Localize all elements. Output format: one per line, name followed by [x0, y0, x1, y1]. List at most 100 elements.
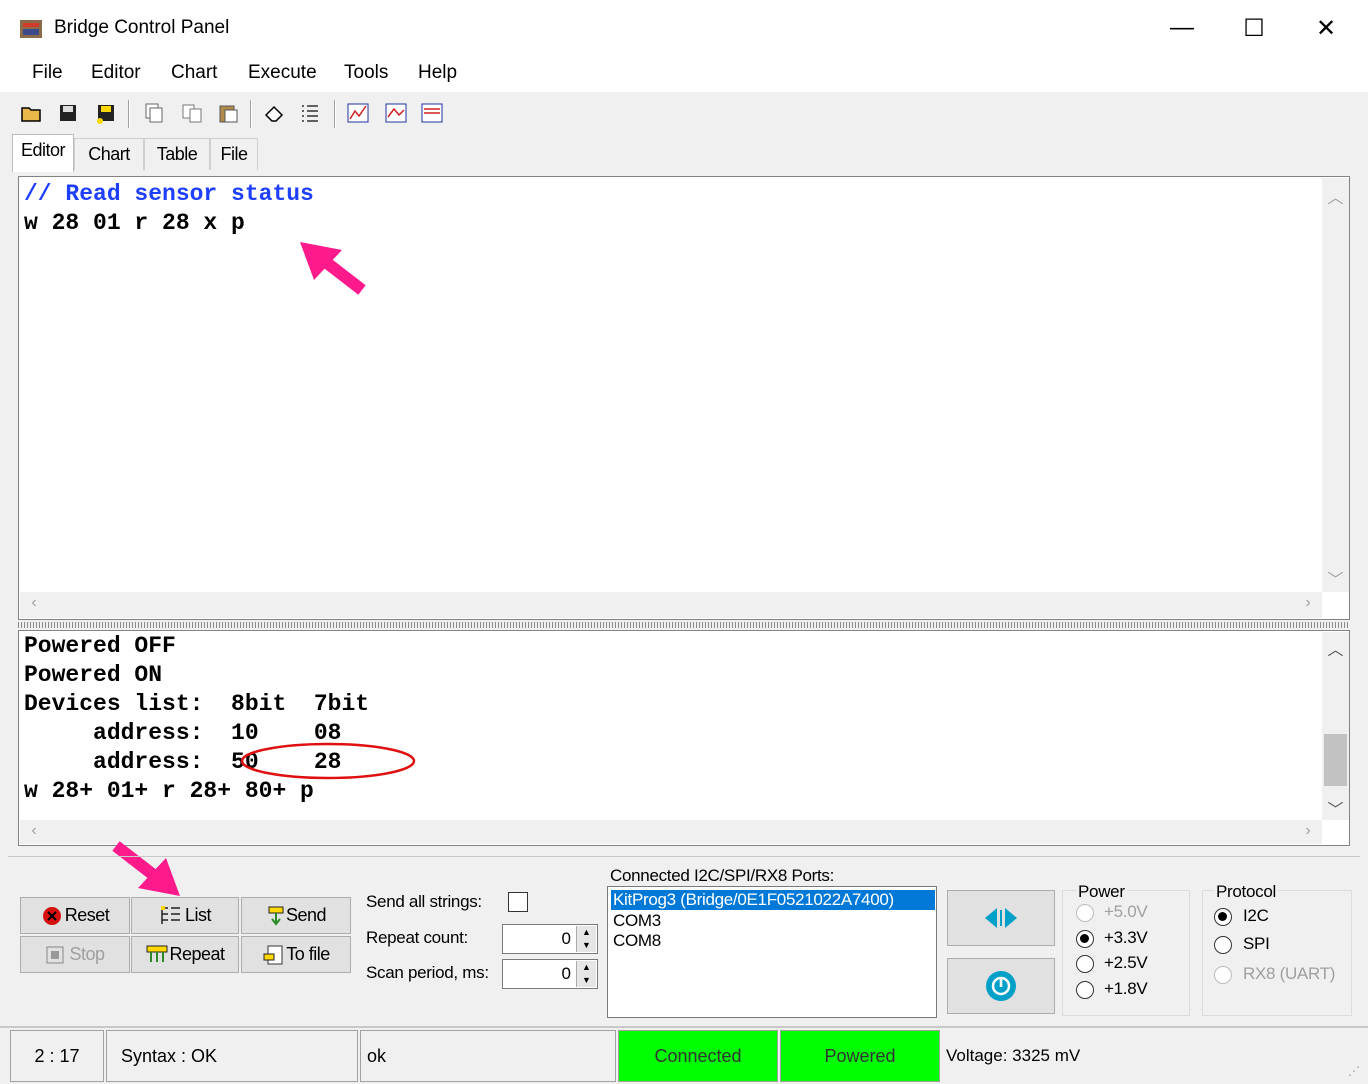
maximize-button[interactable]: ☐ [1218, 0, 1290, 56]
status-divider [0, 1026, 1368, 1028]
power-status: Powered [780, 1030, 940, 1082]
scroll-right-icon[interactable]: › [1298, 594, 1318, 612]
protocol-radio-i2c[interactable] [1214, 908, 1232, 926]
send-label: Send [285, 905, 327, 925]
output-vertical-scrollbar[interactable] [1322, 632, 1349, 820]
menu-tools[interactable]: Tools [344, 62, 388, 84]
connect-arrows-icon [985, 908, 1017, 928]
protocol-option-label: RX8 (UART) [1243, 964, 1336, 983]
save-as-icon[interactable] [94, 101, 118, 125]
scroll-right-icon[interactable]: › [1298, 822, 1318, 840]
protocol-radio-rx8[interactable] [1214, 966, 1232, 984]
protocol-group-label: Protocol [1214, 882, 1278, 902]
voltage-status: Voltage: 3325 mV [946, 1046, 1081, 1065]
output-line: address: 50 28 [24, 749, 342, 775]
menu-execute[interactable]: Execute [248, 62, 317, 84]
close-button[interactable]: ✕ [1290, 0, 1362, 56]
power-radio-5v[interactable] [1076, 904, 1094, 922]
syntax-status: Syntax : OK [106, 1030, 358, 1082]
send-button[interactable]: Send [241, 897, 351, 934]
power-group-label: Power [1076, 882, 1127, 902]
spin-arrows-icon[interactable]: ▲ ▼ [576, 961, 596, 987]
power-option-label: +5.0V [1104, 902, 1148, 921]
output-horizontal-scrollbar[interactable] [20, 820, 1322, 844]
tab-chart[interactable]: Chart [74, 138, 144, 170]
eraser-icon[interactable] [262, 101, 286, 125]
toolbar-separator [128, 100, 130, 128]
reset-label: Reset [64, 905, 110, 925]
port-item[interactable]: COM3 [613, 911, 661, 931]
chart-export-icon[interactable] [420, 101, 444, 125]
output-line: Powered OFF [24, 633, 176, 659]
repeat-icon [146, 945, 168, 962]
stop-label: Stop [69, 944, 105, 964]
scroll-up-icon[interactable]: ︿ [1322, 184, 1349, 208]
repeat-count-stepper[interactable]: 0 ▲ ▼ [502, 924, 598, 954]
duplicate-icon[interactable] [180, 101, 204, 125]
send-all-strings-checkbox[interactable] [508, 892, 528, 912]
menu-editor[interactable]: Editor [91, 62, 141, 84]
protocol-option-label: I2C [1243, 906, 1269, 925]
power-radio-2v5[interactable] [1076, 955, 1094, 973]
save-icon[interactable] [56, 101, 80, 125]
menu-help[interactable]: Help [418, 62, 457, 84]
resize-grip-icon[interactable]: ⋰ [1348, 1064, 1360, 1078]
tab-file[interactable]: File [210, 138, 258, 170]
open-folder-icon[interactable] [20, 101, 44, 125]
scroll-left-icon[interactable]: ‹ [24, 594, 44, 612]
divider [8, 856, 1360, 857]
list-icon[interactable] [298, 101, 322, 125]
power-option-label: +3.3V [1104, 928, 1148, 947]
ports-list[interactable]: KitProg3 (Bridge/0E1F0521022A7400) COM3 … [607, 886, 937, 1018]
repeat-count-label: Repeat count: [366, 928, 468, 947]
send-all-strings-label: Send all strings: [366, 892, 482, 911]
scan-period-stepper[interactable]: 0 ▲ ▼ [502, 959, 598, 989]
protocol-radio-spi[interactable] [1214, 936, 1232, 954]
menu-chart[interactable]: Chart [171, 62, 217, 84]
scroll-down-icon[interactable]: ﹀ [1322, 796, 1349, 820]
scroll-up-icon[interactable]: ︿ [1322, 636, 1349, 660]
copy-icon[interactable] [142, 101, 166, 125]
editor-vertical-scrollbar[interactable] [1322, 178, 1349, 592]
output-line: address: 10 08 [24, 720, 342, 746]
cursor-position: 2 : 17 [10, 1030, 104, 1082]
power-option-label: +2.5V [1104, 953, 1148, 972]
repeat-label: Repeat [169, 944, 225, 964]
scroll-down-icon[interactable]: ﹀ [1322, 566, 1349, 590]
repeat-button[interactable]: Repeat [131, 936, 239, 973]
chart-icon[interactable] [346, 101, 370, 125]
scan-period-label: Scan period, ms: [366, 963, 489, 982]
editor-line-command: w 28 01 r 28 x p [24, 210, 245, 236]
editor-horizontal-scrollbar[interactable] [20, 592, 1322, 618]
reset-icon [42, 906, 61, 925]
tab-table[interactable]: Table [144, 138, 210, 170]
paste-icon[interactable] [216, 101, 240, 125]
power-radio-3v3[interactable] [1076, 930, 1094, 948]
protocol-option-label: SPI [1243, 934, 1270, 953]
ports-label: Connected I2C/SPI/RX8 Ports: [610, 866, 835, 885]
stop-button[interactable]: Stop [20, 936, 130, 973]
to-file-button[interactable]: To file [241, 936, 351, 973]
pane-splitter[interactable] [18, 622, 1350, 628]
connect-toggle-button[interactable] [947, 890, 1055, 946]
output-scroll-thumb[interactable] [1324, 734, 1347, 786]
list-button[interactable]: List [131, 897, 239, 934]
toolbar-separator [334, 100, 336, 128]
port-item-selected[interactable]: KitProg3 (Bridge/0E1F0521022A7400) [611, 890, 935, 910]
chart-zoom-icon[interactable] [384, 101, 408, 125]
reset-button[interactable]: Reset [20, 897, 130, 934]
port-item[interactable]: COM8 [613, 931, 661, 951]
toolbar [0, 92, 1368, 136]
power-icon [986, 971, 1016, 1001]
to-file-label: To file [286, 944, 330, 964]
menu-file[interactable]: File [32, 62, 63, 84]
scroll-left-icon[interactable]: ‹ [24, 822, 44, 840]
spin-arrows-icon[interactable]: ▲ ▼ [576, 926, 596, 952]
script-editor[interactable] [18, 176, 1350, 620]
minimize-button[interactable]: — [1146, 0, 1218, 56]
tab-editor[interactable]: Editor [12, 134, 74, 172]
list-label: List [184, 905, 212, 925]
power-toggle-button[interactable] [947, 958, 1055, 1014]
list-tree-icon [160, 905, 180, 924]
power-radio-1v8[interactable] [1076, 981, 1094, 999]
